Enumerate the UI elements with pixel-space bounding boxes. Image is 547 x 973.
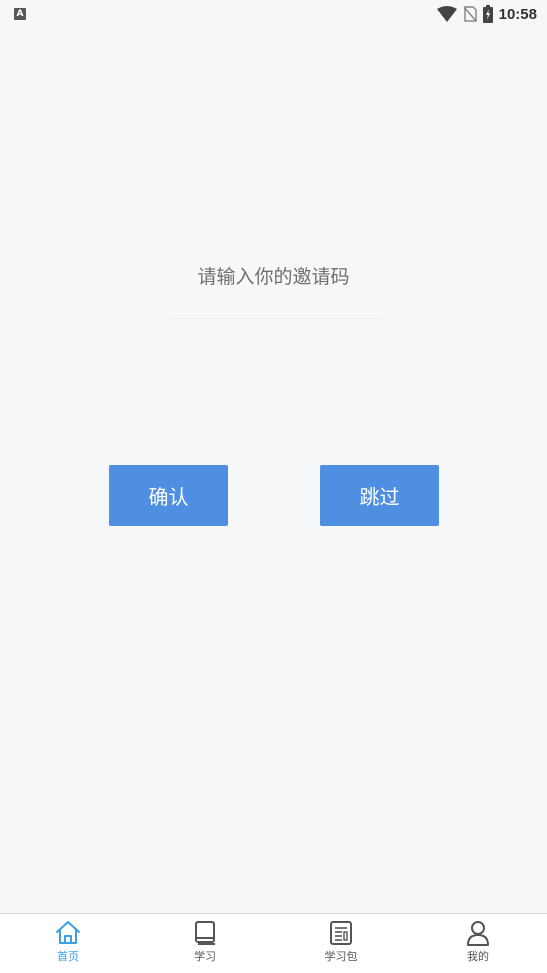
notification-app-icon: A <box>14 8 26 20</box>
status-icons: 10:58 <box>436 4 537 24</box>
status-bar: A 10:58 <box>0 0 547 30</box>
tab-home[interactable]: 首页 <box>28 920 108 970</box>
status-time: 10:58 <box>498 5 537 23</box>
tab-label-study-pack: 学习包 <box>324 950 358 963</box>
tab-mine[interactable]: 我的 <box>438 920 518 970</box>
tab-study[interactable]: 学习 <box>165 920 245 970</box>
tab-label-mine: 我的 <box>467 950 489 963</box>
tab-label-home: 首页 <box>57 950 79 963</box>
no-sim-icon <box>463 6 477 22</box>
tab-label-study: 学习 <box>194 950 216 963</box>
skip-button[interactable]: 跳过 <box>320 465 439 526</box>
invite-code-prompt: 请输入你的邀请码 <box>197 266 350 288</box>
document-icon <box>330 921 352 945</box>
battery-charging-icon <box>482 5 493 23</box>
person-icon <box>467 921 489 946</box>
bottom-tab-bar: 首页 学习 学习包 我的 <box>0 913 547 973</box>
wifi-icon <box>436 6 457 22</box>
confirm-button[interactable]: 确认 <box>109 465 228 526</box>
invite-code-input[interactable] <box>172 294 380 319</box>
home-icon <box>56 921 80 944</box>
tab-study-pack[interactable]: 学习包 <box>301 920 381 970</box>
book-icon <box>195 921 215 945</box>
